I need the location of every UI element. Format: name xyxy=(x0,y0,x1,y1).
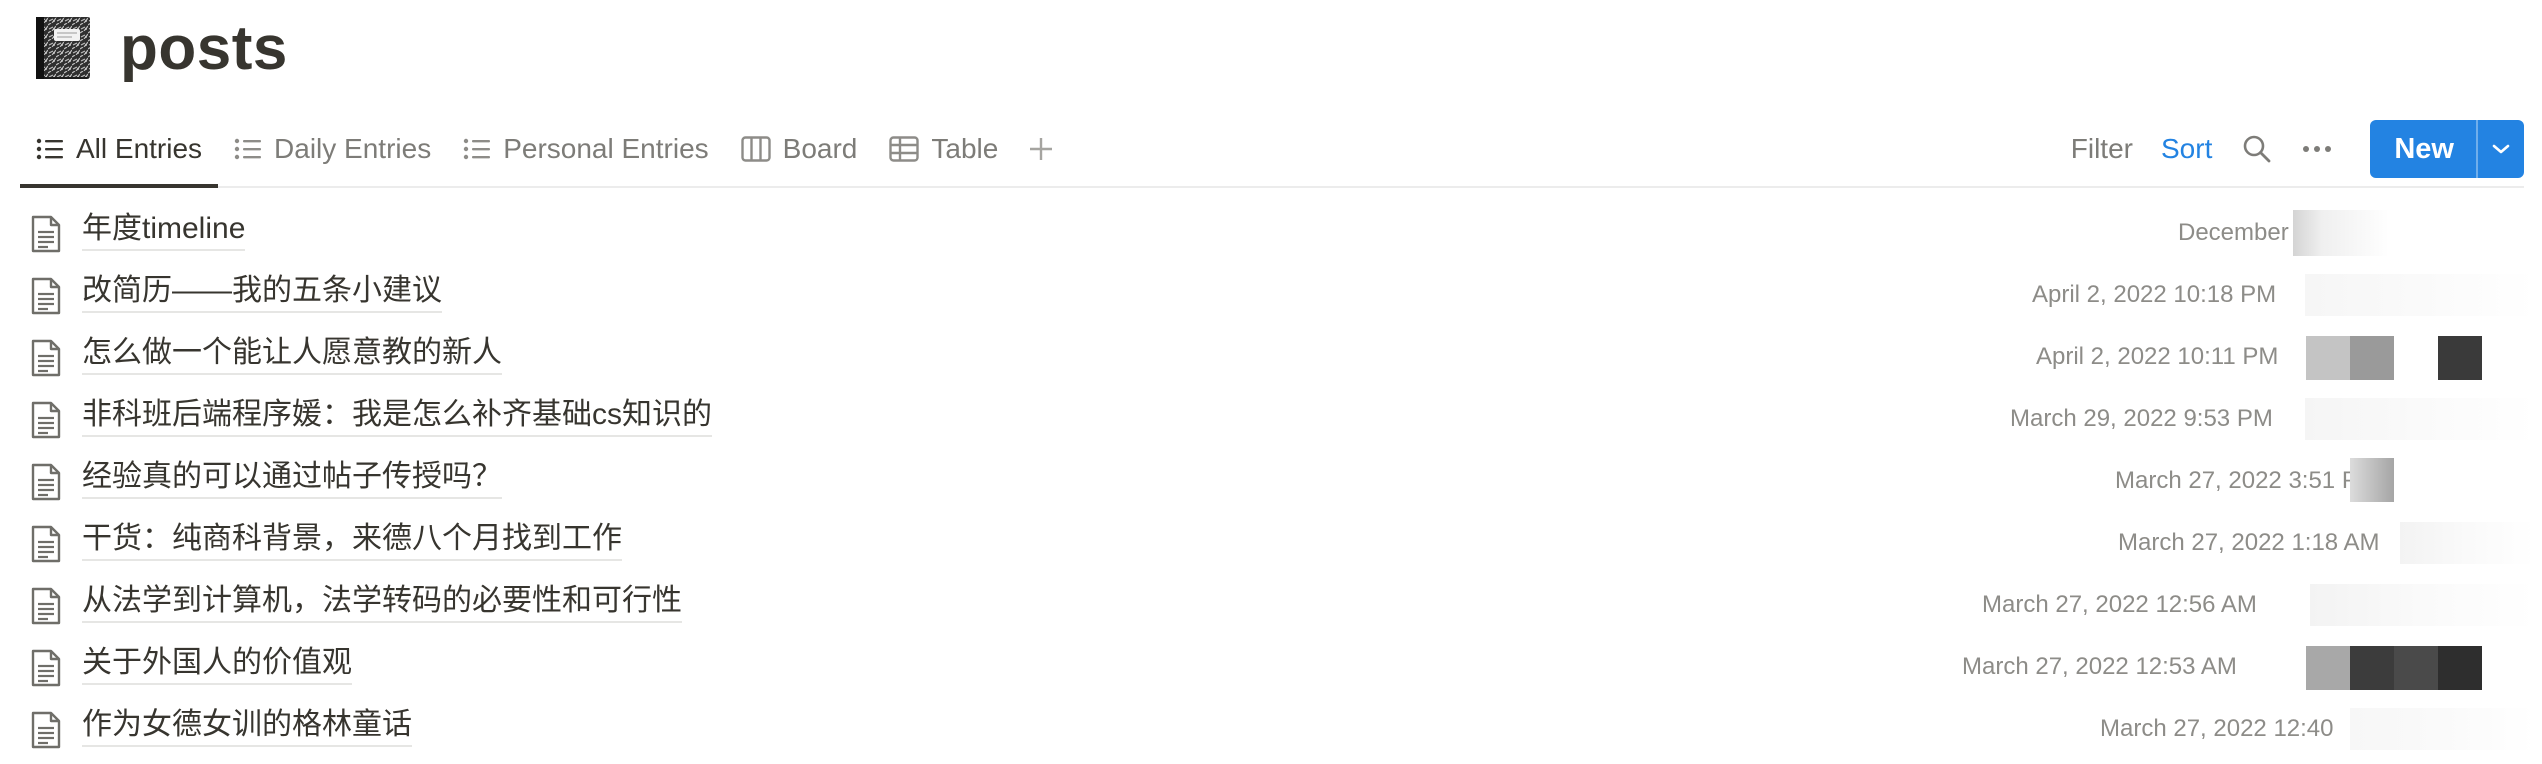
entry-date: March 27, 2022 12:56 AM xyxy=(1982,591,2257,618)
entry-date: March 27, 2022 1:18 AM xyxy=(2118,529,2380,556)
redacted-area xyxy=(2394,646,2438,690)
redacted-area xyxy=(2350,646,2394,690)
list-icon xyxy=(36,138,63,160)
view-actions: Filter Sort New xyxy=(2043,112,2524,186)
redacted-area xyxy=(2310,584,2535,626)
new-dropdown-button[interactable] xyxy=(2476,120,2524,178)
page-icon xyxy=(31,711,61,749)
ellipsis-icon xyxy=(2303,146,2332,152)
list-item[interactable]: 怎么做一个能让人愿意教的新人 April 2, 2022 10:11 PM xyxy=(20,326,2524,388)
tab-all-entries[interactable]: All Entries xyxy=(20,112,219,188)
redacted-area xyxy=(2350,458,2394,502)
entry-title[interactable]: 经验真的可以通过帖子传授吗？ xyxy=(82,458,502,499)
plus-icon xyxy=(1030,138,1053,160)
entry-title[interactable]: 怎么做一个能让人愿意教的新人 xyxy=(82,334,502,375)
redacted-area xyxy=(2438,336,2482,380)
chevron-down-icon xyxy=(2492,144,2510,154)
list-icon xyxy=(464,138,491,160)
new-button-group: New xyxy=(2370,120,2524,178)
tab-table[interactable]: Table xyxy=(873,112,1014,186)
more-options-button[interactable] xyxy=(2302,144,2332,154)
new-button[interactable]: New xyxy=(2370,120,2476,178)
page-icon xyxy=(31,649,61,687)
board-icon xyxy=(740,136,771,162)
entry-title[interactable]: 从法学到计算机，法学转码的必要性和可行性 xyxy=(82,582,682,623)
search-button[interactable] xyxy=(2242,134,2272,164)
list-icon xyxy=(234,138,262,160)
table-icon xyxy=(889,136,920,162)
page-icon xyxy=(31,463,61,501)
entry-date: March 27, 2022 12:40 xyxy=(2100,715,2334,742)
list-item[interactable]: 非科班后端程序媛：我是怎么补齐基础cs知识的 March 29, 2022 9:… xyxy=(20,388,2535,450)
page-icon xyxy=(31,587,61,625)
entry-date: March 27, 2022 12:53 AM xyxy=(1962,653,2237,680)
entry-title[interactable]: 非科班后端程序媛：我是怎么补齐基础cs知识的 xyxy=(82,396,712,437)
redacted-area xyxy=(2305,274,2535,316)
entry-date: March 29, 2022 9:53 PM xyxy=(2010,405,2273,432)
list-item[interactable]: 改简历——我的五条小建议 April 2, 2022 10:18 PM xyxy=(20,264,2535,326)
page-icon xyxy=(31,215,61,253)
tab-label: Personal Entries xyxy=(503,133,709,164)
list-item[interactable]: 作为女德女训的格林童话 March 27, 2022 12:40 xyxy=(20,698,2535,760)
redacted-area xyxy=(2305,398,2535,440)
redacted-area xyxy=(2306,336,2350,380)
entry-title[interactable]: 关于外国人的价值观 xyxy=(82,644,352,685)
view-toolbar: All Entries Daily Entries Personal Entri… xyxy=(20,112,2524,188)
tab-label: All Entries xyxy=(76,133,203,164)
page-icon xyxy=(31,525,61,563)
tab-label: Daily Entries xyxy=(274,133,432,164)
tab-board[interactable]: Board xyxy=(725,112,874,186)
notebook-icon[interactable] xyxy=(32,15,92,81)
list-item[interactable]: 干货：纯商科背景，来德八个月找到工作 March 27, 2022 1:18 A… xyxy=(20,512,2535,574)
entry-title[interactable]: 干货：纯商科背景，来德八个月找到工作 xyxy=(82,520,622,561)
list-item[interactable]: 从法学到计算机，法学转码的必要性和可行性 March 27, 2022 12:5… xyxy=(20,574,2535,636)
list-item[interactable]: 关于外国人的价值观 March 27, 2022 12:53 AM xyxy=(20,636,2524,698)
entry-title[interactable]: 改简历——我的五条小建议 xyxy=(82,272,442,313)
entry-date: April 2, 2022 10:11 PM xyxy=(2036,343,2279,370)
filter-button[interactable]: Filter xyxy=(2071,133,2133,165)
redacted-area xyxy=(2350,708,2535,750)
entry-date: April 2, 2022 10:18 PM xyxy=(2032,281,2277,308)
redacted-area xyxy=(2293,210,2533,256)
page-icon xyxy=(31,401,61,439)
redacted-area xyxy=(2438,646,2482,690)
entries-list: 年度timeline December 1 改简历——我的五条小建议 April… xyxy=(20,202,2535,760)
tab-daily-entries[interactable]: Daily Entries xyxy=(218,112,447,186)
page-title: posts xyxy=(120,13,288,83)
redacted-area xyxy=(2350,336,2394,380)
entry-title[interactable]: 作为女德女训的格林童话 xyxy=(82,706,412,747)
entry-date: December 1 xyxy=(2178,219,2309,246)
tab-personal-entries[interactable]: Personal Entries xyxy=(447,112,724,186)
redacted-area xyxy=(2306,646,2350,690)
list-item[interactable]: 经验真的可以通过帖子传授吗？ March 27, 2022 3:51 PM xyxy=(20,450,2524,512)
search-icon xyxy=(2244,135,2271,163)
view-tabs: All Entries Daily Entries Personal Entri… xyxy=(20,112,1068,188)
tab-label: Board xyxy=(782,133,858,164)
page-icon xyxy=(31,277,61,315)
redacted-area xyxy=(2400,522,2535,564)
list-item[interactable]: 年度timeline December 1 xyxy=(20,202,2533,264)
entry-title[interactable]: 年度timeline xyxy=(82,210,246,251)
entry-date: March 27, 2022 3:51 PM xyxy=(2115,467,2378,494)
tab-label: Table xyxy=(931,133,999,164)
page-header: posts xyxy=(32,8,288,88)
page-icon xyxy=(31,339,61,377)
add-view-button[interactable] xyxy=(1014,112,1068,186)
sort-button[interactable]: Sort xyxy=(2161,133,2212,165)
